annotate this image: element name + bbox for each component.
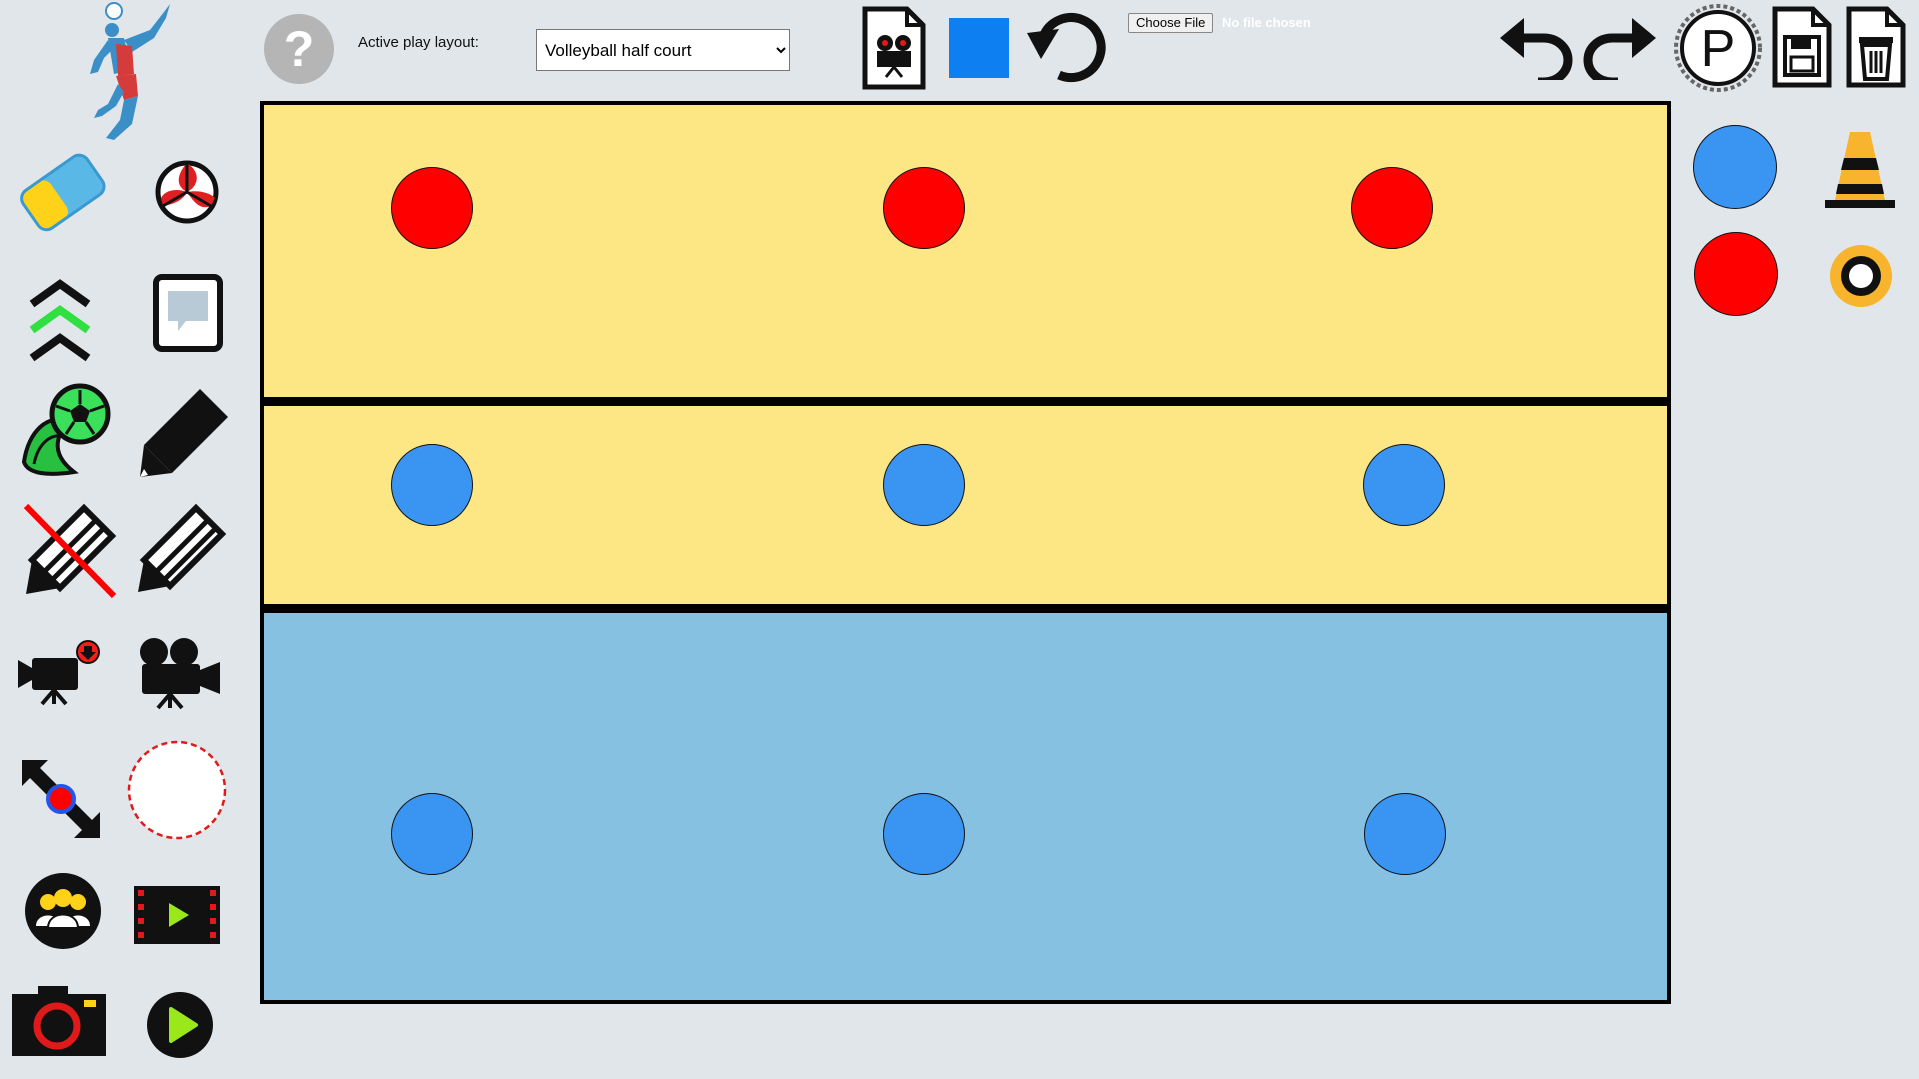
eraser-icon[interactable] [14,148,110,238]
blue-player-token[interactable] [1693,125,1777,209]
court-middle-zone[interactable] [264,406,1667,604]
choose-file-button[interactable]: Choose File [1128,13,1214,33]
camera-icon[interactable] [12,986,106,1056]
pencil-icon[interactable] [134,502,228,596]
no-draw-icon[interactable] [22,502,118,598]
comment-icon[interactable] [152,273,224,353]
help-button[interactable]: ? [264,14,334,84]
ring-marker-icon[interactable] [1829,244,1893,308]
blue-player-token[interactable] [1364,793,1446,875]
red-player-token[interactable] [883,167,965,249]
kicked-ball-icon[interactable] [18,382,112,478]
file-status: No file chosen [1222,15,1311,30]
red-player-token[interactable] [1351,167,1433,249]
play-icon[interactable] [146,991,214,1059]
layout-select[interactable]: Volleyball half court [536,29,790,71]
red-player-token[interactable] [1694,232,1778,316]
blue-player-token[interactable] [883,444,965,526]
layer-up-icon[interactable] [28,276,92,368]
court[interactable] [260,101,1671,1004]
volleyball-player-logo [84,0,190,152]
film-play-icon[interactable] [134,886,220,944]
volleyball-icon[interactable] [155,160,219,224]
color-picker-swatch[interactable] [949,18,1009,78]
save-icon[interactable] [1771,5,1833,89]
record-video-icon[interactable] [18,640,100,706]
undo-icon[interactable] [1498,14,1574,80]
delete-file-icon[interactable] [1845,5,1907,89]
court-front-zone[interactable] [264,105,1667,397]
blue-player-token[interactable] [1363,444,1445,526]
blue-player-token[interactable] [883,793,965,875]
blue-player-token[interactable] [391,793,473,875]
reset-icon[interactable] [1025,7,1107,83]
blue-player-token[interactable] [391,444,473,526]
parking-icon[interactable]: P [1673,3,1763,93]
red-player-token[interactable] [391,167,473,249]
resize-move-icon[interactable] [18,756,104,842]
svg-text:P: P [1701,20,1736,78]
layout-label: Active play layout: [358,34,479,51]
selection-circle-icon[interactable] [126,738,228,842]
court-back-zone[interactable] [264,613,1667,1000]
pen-icon[interactable] [136,385,232,479]
redo-icon[interactable] [1582,14,1658,80]
video-camera-icon[interactable] [134,636,224,710]
team-icon[interactable] [24,872,102,950]
cone-icon[interactable] [1823,128,1897,212]
animation-file-icon[interactable] [861,5,927,91]
